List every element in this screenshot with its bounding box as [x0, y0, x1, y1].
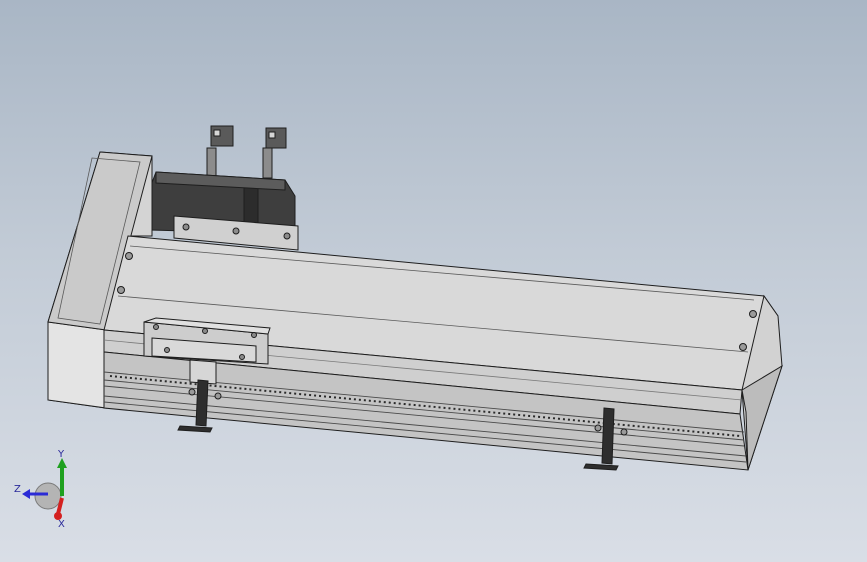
model-viewport[interactable]	[0, 0, 867, 562]
y-axis-label: Y	[57, 449, 65, 460]
servo-motor[interactable]	[149, 125, 299, 251]
top-hole	[749, 310, 757, 318]
top-hole	[125, 252, 133, 260]
triad-sphere	[34, 482, 62, 510]
z-axis-label: Z	[14, 484, 21, 495]
top-hole	[739, 343, 747, 351]
z-axis-arrowhead	[22, 489, 30, 499]
top-hole	[117, 286, 125, 294]
x-axis-label: X	[58, 519, 65, 528]
motor-cable-right	[262, 147, 273, 179]
axis-triad: Y Z X	[14, 449, 67, 528]
motor-cable-left	[206, 147, 217, 179]
